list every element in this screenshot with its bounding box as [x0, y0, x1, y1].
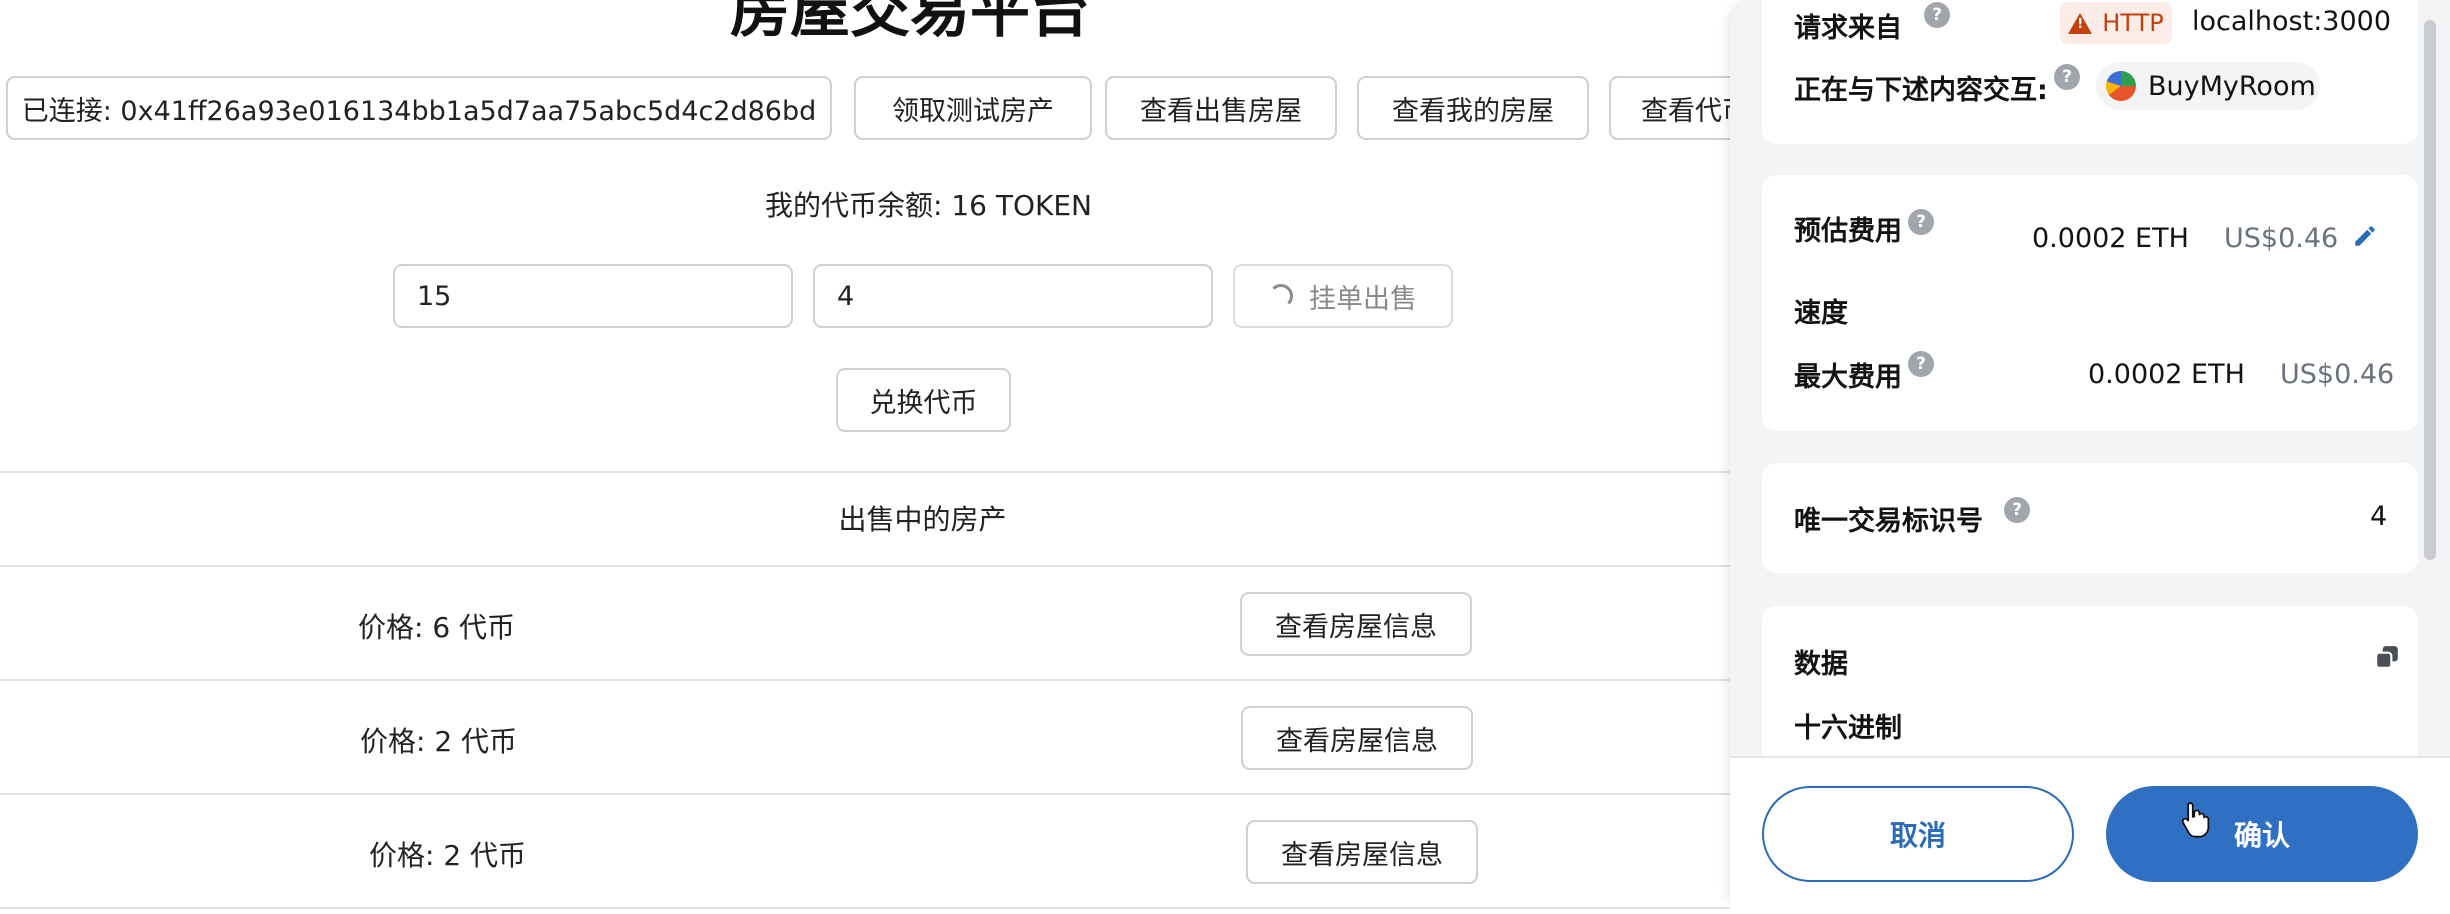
estimated-fee-usd: US$0.46	[2224, 223, 2339, 254]
page-title: 房屋交易平台	[730, 0, 1090, 46]
http-badge-label: HTTP	[2102, 9, 2164, 37]
price-input[interactable]: 4	[813, 264, 1213, 328]
dapp-name-pill[interactable]: BuyMyRoom	[2096, 62, 2320, 110]
copy-icon[interactable]	[2374, 644, 2400, 670]
help-icon[interactable]: ?	[2054, 64, 2080, 90]
interacting-with-label: 正在与下述内容交互:	[1794, 75, 2048, 106]
max-fee-eth: 0.0002 ETH	[2088, 359, 2245, 390]
divider	[0, 679, 1760, 681]
estimated-fee-label: 预估费用	[1794, 216, 1902, 247]
action-footer: 取消 确认	[1730, 756, 2450, 914]
loading-spinner-icon	[1269, 284, 1293, 308]
dapp-name: BuyMyRoom	[2148, 70, 2316, 102]
hand-cursor-icon	[2181, 802, 2210, 838]
view-house-info-button[interactable]: 查看房屋信息	[1240, 592, 1472, 656]
listings-header: 出售中的房产	[838, 503, 1007, 536]
screen: 房屋交易平台 已连接: 0x41ff26a93e016134bb1a5d7aa7…	[0, 0, 2450, 914]
token-balance: 我的代币余额: 16 TOKEN	[765, 189, 1093, 222]
nonce-value: 4	[2370, 501, 2388, 532]
listing-price: 价格: 2 代币	[360, 725, 518, 758]
claim-test-house-button[interactable]: 领取测试房产	[854, 76, 1092, 140]
nonce-label: 唯一交易标识号	[1794, 506, 1983, 537]
view-my-houses-button[interactable]: 查看我的房屋	[1357, 76, 1589, 140]
exchange-token-button[interactable]: 兑换代币	[836, 368, 1011, 432]
view-house-info-button[interactable]: 查看房屋信息	[1241, 706, 1473, 770]
divider	[0, 793, 1760, 795]
hex-label: 十六进制	[1794, 713, 1902, 744]
warning-icon: !	[2068, 12, 2093, 34]
cancel-button[interactable]: 取消	[1762, 786, 2074, 882]
estimated-fee-eth: 0.0002 ETH	[2032, 223, 2189, 254]
connected-account-button[interactable]: 已连接: 0x41ff26a93e016134bb1a5d7aa75abc5d4…	[6, 76, 832, 140]
speed-label: 速度	[1794, 298, 1848, 329]
view-for-sale-button[interactable]: 查看出售房屋	[1105, 76, 1337, 140]
dapp-avatar-icon	[2106, 71, 2136, 101]
dapp-page: 房屋交易平台 已连接: 0x41ff26a93e016134bb1a5d7aa7…	[0, 0, 1841, 914]
divider	[0, 565, 1760, 567]
scrollbar[interactable]	[2424, 20, 2436, 560]
max-fee-label: 最大费用	[1794, 362, 1902, 393]
view-house-info-button[interactable]: 查看房屋信息	[1246, 820, 1478, 884]
listing-price: 价格: 6 代币	[358, 611, 516, 644]
edit-fee-pencil-icon[interactable]	[2352, 223, 2378, 249]
fee-card: 预估费用 ? 0.0002 ETH US$0.46 速度 最大费用 ? 0.00…	[1762, 175, 2418, 431]
origin-url: localhost:3000	[2192, 6, 2392, 37]
request-from-label: 请求来自	[1794, 13, 1902, 44]
nonce-card: 唯一交易标识号 ? 4	[1762, 463, 2418, 573]
help-icon[interactable]: ?	[1908, 351, 1934, 377]
request-origin-card: 请求来自 ? ! HTTP localhost:3000 正在与下述内容交互: …	[1762, 0, 2418, 144]
house-id-input[interactable]: 15	[393, 264, 793, 328]
listing-price: 价格: 2 代币	[369, 839, 527, 872]
list-for-sale-label: 挂单出售	[1309, 283, 1417, 315]
wallet-confirmation-panel: 请求来自 ? ! HTTP localhost:3000 正在与下述内容交互: …	[1730, 0, 2450, 914]
divider	[0, 907, 1760, 909]
confirm-label: 确认	[2233, 819, 2290, 852]
help-icon[interactable]: ?	[2004, 497, 2030, 523]
help-icon[interactable]: ?	[1908, 209, 1934, 235]
help-icon[interactable]: ?	[1924, 2, 1950, 28]
http-warning-badge[interactable]: ! HTTP	[2060, 2, 2172, 44]
confirm-button[interactable]: 确认	[2106, 786, 2418, 882]
divider	[0, 471, 1760, 473]
data-label: 数据	[1794, 649, 1848, 680]
list-for-sale-button[interactable]: 挂单出售	[1233, 264, 1453, 328]
max-fee-usd: US$0.46	[2280, 359, 2395, 390]
